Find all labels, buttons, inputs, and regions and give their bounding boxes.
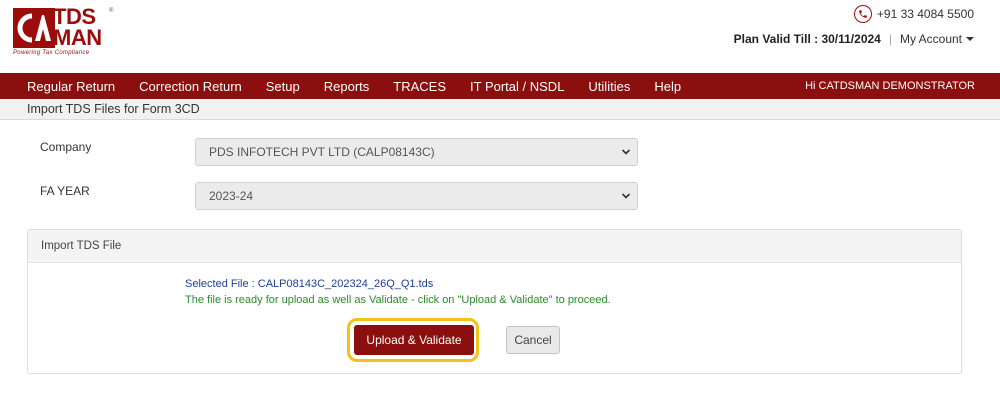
plan-account-row: Plan Valid Till : 30/11/2024 | My Accoun… xyxy=(734,32,974,46)
import-form: Company PDS INFOTECH PVT LTD (CALP08143C… xyxy=(0,120,1000,235)
panel-title: Import TDS File xyxy=(28,230,961,263)
my-account-menu[interactable]: My Account xyxy=(900,32,974,46)
logo-text-tds: TDS xyxy=(53,4,96,29)
nav-it-portal-nsdl[interactable]: IT Portal / NSDL xyxy=(470,79,564,94)
page-title: Import TDS Files for Form 3CD xyxy=(0,99,1000,120)
separator: | xyxy=(888,32,892,46)
nav-reports[interactable]: Reports xyxy=(324,79,370,94)
company-select-value: PDS INFOTECH PVT LTD (CALP08143C) xyxy=(209,145,435,159)
nav-utilities[interactable]: Utilities xyxy=(588,79,630,94)
logo-tagline: Powering Tax Compliance xyxy=(13,50,90,56)
upload-button-highlight: Upload & Validate xyxy=(347,318,479,362)
company-label: Company xyxy=(40,140,92,154)
nav-setup[interactable]: Setup xyxy=(266,79,300,94)
nav-help[interactable]: Help xyxy=(654,79,681,94)
fa-year-label: FA YEAR xyxy=(40,184,90,198)
tdsman-logo[interactable]: TDS MAN ® Powering Tax Compliance xyxy=(13,4,114,56)
phone-number: +91 33 4084 5500 xyxy=(876,7,974,21)
ca-logo-mark xyxy=(13,8,55,48)
company-select[interactable]: PDS INFOTECH PVT LTD (CALP08143C) xyxy=(195,138,638,166)
nav-correction-return[interactable]: Correction Return xyxy=(139,79,242,94)
logo-text-man: MAN xyxy=(53,25,102,50)
chevron-down-icon xyxy=(621,193,631,199)
cancel-button[interactable]: Cancel xyxy=(506,326,560,354)
fa-year-select-value: 2023-24 xyxy=(209,189,254,203)
plan-validity: Plan Valid Till : 30/11/2024 xyxy=(733,32,881,46)
support-phone: +91 33 4084 5500 xyxy=(853,5,974,23)
ready-message: The file is ready for upload as well as … xyxy=(185,294,611,306)
main-navbar: Regular Return Correction Return Setup R… xyxy=(0,73,1000,99)
nav-traces[interactable]: TRACES xyxy=(393,79,446,94)
app-header: TDS MAN ® Powering Tax Compliance +91 33… xyxy=(0,0,1000,73)
fa-year-select[interactable]: 2023-24 xyxy=(195,182,638,210)
my-account-label: My Account xyxy=(899,32,962,46)
user-greeting[interactable]: Hi CATDSMAN DEMONSTRATOR xyxy=(805,73,975,99)
import-tds-file-panel: Import TDS File Selected File : CALP0814… xyxy=(27,229,962,374)
phone-icon xyxy=(853,5,872,23)
selected-file-text: Selected File : CALP08143C_202324_26Q_Q1… xyxy=(185,278,434,290)
caret-down-icon xyxy=(966,37,974,41)
chevron-down-icon xyxy=(621,149,631,155)
nav-regular-return[interactable]: Regular Return xyxy=(27,79,115,94)
registered-mark: ® xyxy=(109,8,114,14)
upload-validate-button[interactable]: Upload & Validate xyxy=(354,325,474,355)
